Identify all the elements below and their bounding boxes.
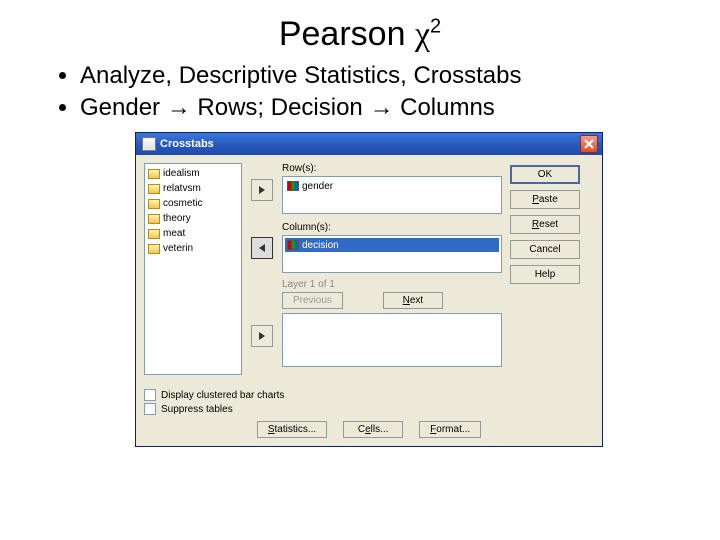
rows-listbox[interactable]: gender [282,176,502,214]
ok-button[interactable]: OK [510,165,580,184]
paste-button[interactable]: Paste [510,190,580,209]
chevron-left-icon [258,244,266,252]
chevron-right-icon [258,186,266,194]
list-item[interactable]: decision [285,238,499,252]
list-item[interactable]: veterin [145,241,241,256]
cols-listbox[interactable]: decision [282,235,502,273]
nominal-icon [287,240,299,250]
chi-symbol: χ [415,16,430,53]
cells-button[interactable]: Cells... [343,421,403,438]
list-item[interactable]: theory [145,211,241,226]
move-to-layer-button[interactable] [251,325,273,347]
close-icon [584,139,594,149]
bullet-item: Gender → Rows; Decision → Columns [80,94,690,122]
move-to-rows-button[interactable] [251,179,273,201]
list-item[interactable]: meat [145,226,241,241]
checkbox-icon [144,403,156,415]
scale-icon [148,169,160,179]
bullet-item: Analyze, Descriptive Statistics, Crossta… [80,62,690,90]
cols-label: Column(s): [282,222,502,233]
layer-label: Layer 1 of 1 [282,279,502,290]
layer-listbox[interactable] [282,313,502,367]
format-button[interactable]: Format... [419,421,481,438]
bullet-list: Analyze, Descriptive Statistics, Crossta… [40,62,690,122]
previous-button[interactable]: Previous [282,292,343,309]
move-to-columns-button[interactable] [251,237,273,259]
list-item[interactable]: gender [285,179,499,193]
next-button[interactable]: Next [383,292,443,309]
chevron-right-icon [258,332,266,340]
checkbox-icon [144,389,156,401]
scale-icon [148,214,160,224]
statistics-button[interactable]: Statistics... [257,421,327,438]
crosstabs-dialog: Crosstabs idealism relatvsm cosmetic the… [135,132,603,447]
cancel-button[interactable]: Cancel [510,240,580,259]
list-item[interactable]: idealism [145,166,241,181]
title-sup: 2 [430,16,441,38]
display-bar-charts-checkbox[interactable]: Display clustered bar charts [144,389,594,401]
slide-title: Pearson χ2 [30,15,690,54]
suppress-tables-checkbox[interactable]: Suppress tables [144,403,594,415]
dialog-title: Crosstabs [160,138,214,150]
variable-list[interactable]: idealism relatvsm cosmetic theory meat v… [144,163,242,375]
help-button[interactable]: Help [510,265,580,284]
reset-button[interactable]: Reset [510,215,580,234]
rows-label: Row(s): [282,163,502,174]
list-item[interactable]: cosmetic [145,196,241,211]
close-button[interactable] [580,135,598,153]
app-icon [142,137,156,151]
scale-icon [148,229,160,239]
title-word: Pearson [279,15,415,53]
scale-icon [148,184,160,194]
nominal-icon [287,181,299,191]
list-item[interactable]: relatvsm [145,181,241,196]
scale-icon [148,199,160,209]
scale-icon [148,244,160,254]
titlebar[interactable]: Crosstabs [136,133,602,155]
